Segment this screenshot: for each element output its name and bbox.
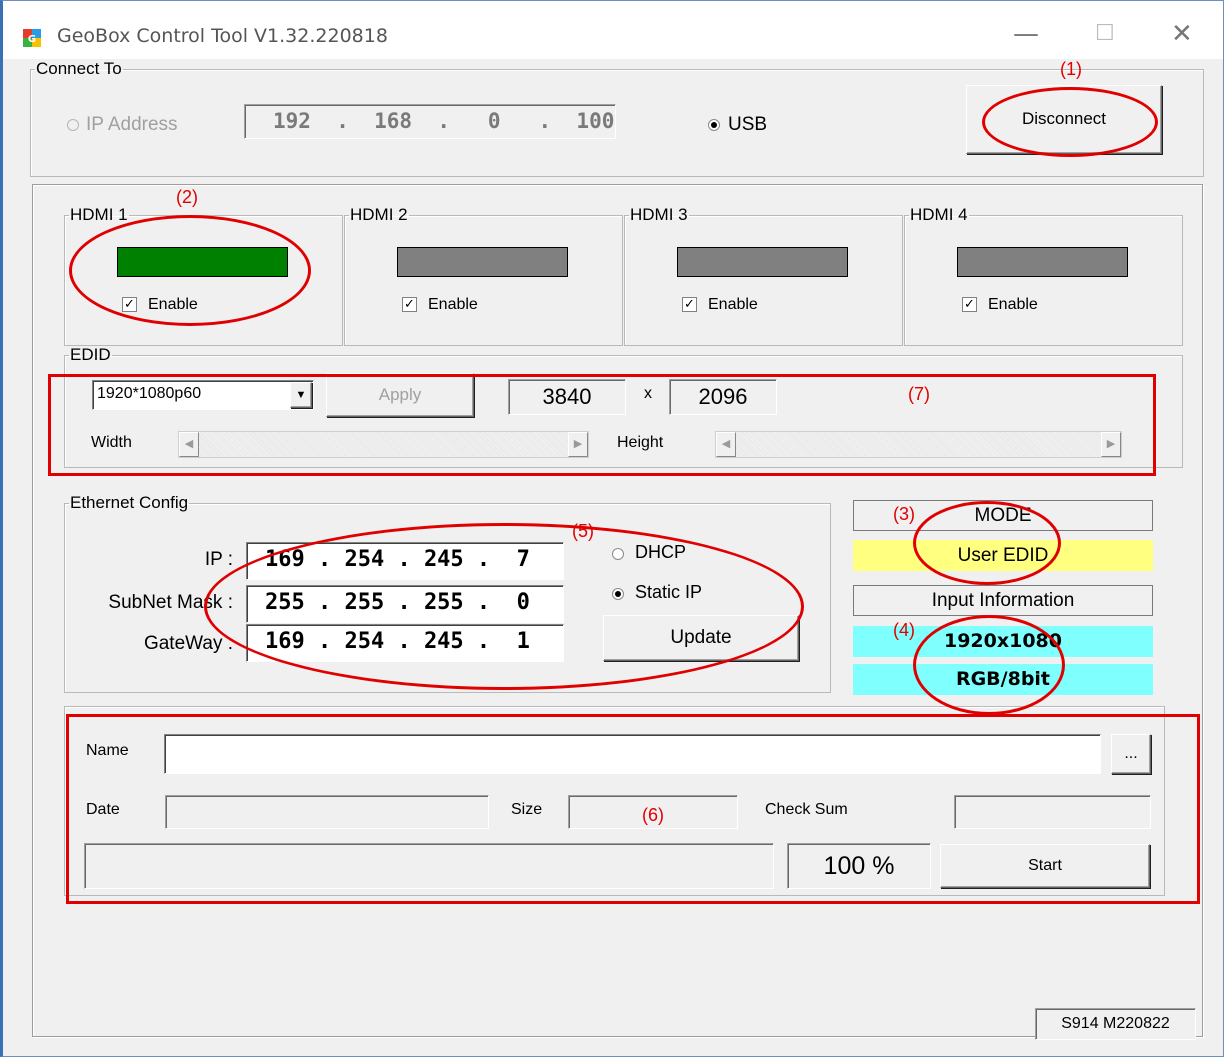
hdmi-2-label: HDMI 2: [350, 205, 408, 224]
edid-resolution-value: 1920*1080p60: [97, 385, 202, 402]
height-label: Height: [617, 434, 664, 451]
mode-value: User EDID: [853, 540, 1153, 571]
gateway-field[interactable]: 169 . 254 . 245 . 1: [246, 624, 564, 662]
dhcp-radio[interactable]: [612, 548, 624, 560]
hdmi-4-status-indicator: [957, 247, 1128, 277]
input-information-header: Input Information: [853, 585, 1153, 616]
chevron-down-icon[interactable]: ▼: [290, 382, 312, 408]
annotation-label-7: (7): [908, 384, 930, 404]
title-bar: G GeoBox Control Tool V1.32.220818 — ☐ ✕: [3, 1, 1223, 59]
hdmi-3-enable-checkbox[interactable]: ✓: [682, 297, 697, 312]
apply-button[interactable]: Apply: [326, 373, 474, 417]
hdmi-1-enable-checkbox[interactable]: ✓: [122, 297, 137, 312]
close-icon[interactable]: ✕: [1171, 19, 1193, 49]
window-title: GeoBox Control Tool V1.32.220818: [57, 25, 388, 47]
progress-bar: [84, 843, 774, 889]
hdmi-3-enable-label: Enable: [708, 296, 758, 313]
geobox-app-icon: G: [23, 29, 41, 47]
edid-resolution-select[interactable]: 1920*1080p60 ▼: [92, 380, 314, 410]
browse-button[interactable]: ...: [1111, 734, 1151, 774]
annotation-label-6: (6): [642, 805, 664, 825]
hdmi-4-enable-label: Enable: [988, 296, 1038, 313]
app-window: G GeoBox Control Tool V1.32.220818 — ☐ ✕…: [0, 0, 1224, 1057]
annotation-label-1: (1): [1060, 59, 1082, 79]
check-sum-value: [954, 795, 1151, 829]
date-value: [165, 795, 489, 829]
update-button[interactable]: Update: [603, 615, 799, 661]
edid-x-label: x: [644, 385, 652, 402]
scroll-left-icon[interactable]: ◀: [716, 432, 736, 457]
hdmi-1-enable-label: Enable: [148, 296, 198, 313]
disconnect-button[interactable]: Disconnect: [966, 85, 1162, 154]
hdmi-1-label: HDMI 1: [70, 205, 128, 224]
start-button[interactable]: Start: [940, 844, 1150, 888]
annotation-label-5: (5): [572, 521, 594, 541]
usb-label: USB: [728, 114, 768, 135]
hdmi-2-enable-checkbox[interactable]: ✓: [402, 297, 417, 312]
gateway-label: GateWay :: [143, 633, 233, 654]
ethernet-ip-label: IP :: [204, 549, 233, 570]
scroll-right-icon[interactable]: ▶: [1101, 432, 1121, 457]
scroll-right-icon[interactable]: ▶: [568, 432, 588, 457]
ip-address-label: IP Address: [86, 114, 178, 135]
annotation-label-4: (4): [893, 620, 915, 640]
ethernet-config-legend: Ethernet Config: [70, 493, 189, 512]
edid-width-value: 3840: [508, 379, 626, 415]
size-label: Size: [511, 801, 543, 818]
svg-text:G: G: [28, 34, 36, 45]
subnet-mask-field[interactable]: 255 . 255 . 255 . 0: [246, 585, 564, 623]
annotation-label-2: (2): [176, 187, 198, 207]
hdmi-1-status-indicator: [117, 247, 288, 277]
hdmi-3-label: HDMI 3: [630, 205, 688, 224]
static-ip-radio[interactable]: [612, 588, 624, 600]
ip-address-radio[interactable]: [67, 119, 79, 131]
hdmi-4-enable-checkbox[interactable]: ✓: [962, 297, 977, 312]
hdmi-4-label: HDMI 4: [910, 205, 968, 224]
minimize-icon[interactable]: —: [1013, 19, 1039, 49]
maximize-icon[interactable]: ☐: [1095, 19, 1115, 49]
edid-legend: EDID: [70, 345, 111, 364]
date-label: Date: [86, 801, 120, 818]
edid-height-value: 2096: [669, 379, 777, 415]
hdmi-2-enable-label: Enable: [428, 296, 478, 313]
height-scrollbar[interactable]: ◀ ▶: [715, 431, 1122, 458]
firmware-name-field[interactable]: [164, 734, 1101, 774]
connect-ip-field[interactable]: 192 . 168 . 0 . 100: [244, 104, 616, 139]
dhcp-label: DHCP: [635, 542, 687, 562]
hdmi-2-status-indicator: [397, 247, 568, 277]
scroll-left-icon[interactable]: ◀: [179, 432, 199, 457]
subnet-mask-label: SubNet Mask :: [108, 592, 233, 613]
name-label: Name: [86, 742, 129, 759]
input-format: RGB/8bit: [853, 664, 1153, 695]
hdmi-3-status-indicator: [677, 247, 848, 277]
static-ip-label: Static IP: [635, 582, 703, 602]
version-label: S914 M220822: [1035, 1008, 1196, 1040]
connect-to-legend: Connect To: [36, 59, 122, 78]
annotation-label-3: (3): [893, 504, 915, 524]
width-label: Width: [91, 434, 132, 451]
check-sum-label: Check Sum: [765, 801, 848, 818]
progress-percent: 100 %: [787, 843, 931, 889]
ethernet-ip-field[interactable]: 169 . 254 . 245 . 7: [246, 542, 564, 580]
usb-radio[interactable]: [708, 119, 720, 131]
width-scrollbar[interactable]: ◀ ▶: [178, 431, 589, 458]
